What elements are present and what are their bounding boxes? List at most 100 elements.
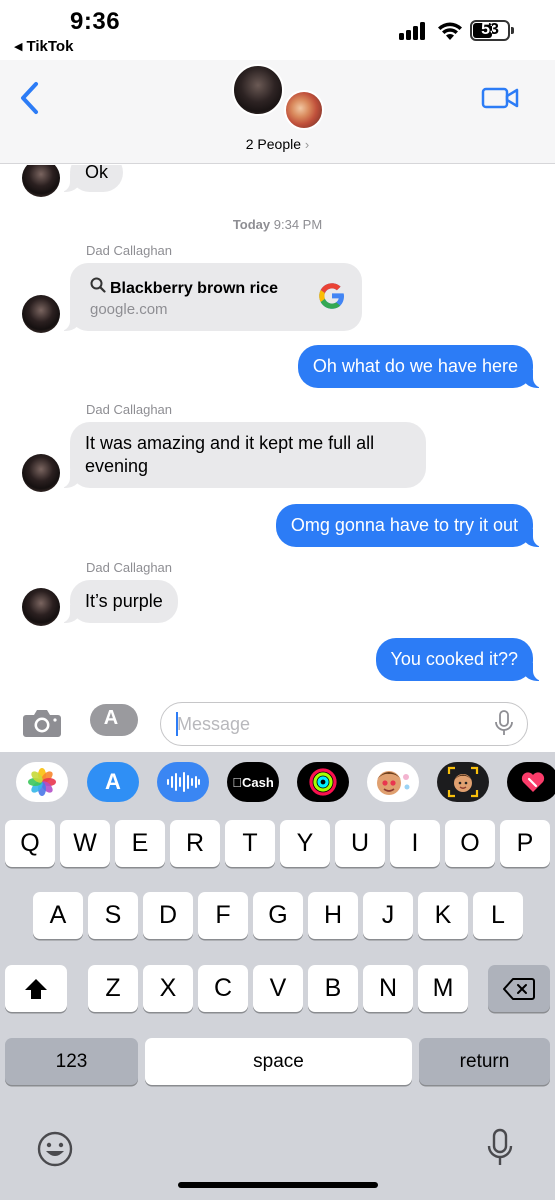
timestamp-time: 9:34 PM bbox=[273, 217, 323, 232]
key-z[interactable]: Z bbox=[88, 965, 138, 1012]
key-w[interactable]: W bbox=[60, 820, 110, 867]
backspace-icon bbox=[503, 977, 535, 1000]
heart-icon bbox=[521, 772, 545, 792]
photos-app-icon[interactable] bbox=[16, 762, 68, 802]
key-p[interactable]: P bbox=[500, 820, 550, 867]
camera-icon[interactable] bbox=[22, 706, 62, 738]
apple-cash-icon[interactable]: Cash bbox=[227, 762, 279, 802]
link-preview-card[interactable]: Blackberry brown rice google.com bbox=[60, 263, 362, 331]
message-text: Ok bbox=[85, 165, 109, 182]
key-q[interactable]: Q bbox=[5, 820, 55, 867]
status-bar: 9:36 ◀ TikTok 53 bbox=[0, 0, 555, 60]
outgoing-message[interactable]: You cooked it?? bbox=[375, 638, 544, 681]
link-title: Blackberry brown rice bbox=[90, 277, 278, 298]
incoming-message[interactable]: It was amazing and it kept me full all e… bbox=[60, 422, 426, 488]
key-u[interactable]: U bbox=[335, 820, 385, 867]
key-c[interactable]: C bbox=[198, 965, 248, 1012]
apple-cash-label: Cash bbox=[232, 774, 274, 790]
shift-arrow-icon bbox=[25, 978, 47, 999]
sender-avatar bbox=[22, 454, 60, 492]
key-h[interactable]: H bbox=[308, 892, 358, 939]
key-m[interactable]: M bbox=[418, 965, 468, 1012]
key-d[interactable]: D bbox=[143, 892, 193, 939]
link-title-text: Blackberry brown rice bbox=[110, 280, 279, 297]
home-indicator[interactable] bbox=[178, 1182, 378, 1188]
imessage-app-strip: A Cash bbox=[0, 762, 555, 808]
key-f[interactable]: F bbox=[198, 892, 248, 939]
waveform-icon bbox=[167, 772, 200, 792]
dictation-mic-icon[interactable] bbox=[486, 1128, 514, 1168]
memoji-face-icon bbox=[377, 771, 410, 795]
video-camera-icon[interactable] bbox=[480, 84, 520, 112]
dictation-mic-icon[interactable] bbox=[494, 710, 514, 736]
key-r[interactable]: R bbox=[170, 820, 220, 867]
battery-icon: 53 bbox=[470, 20, 514, 41]
key-t[interactable]: T bbox=[225, 820, 275, 867]
key-b[interactable]: B bbox=[308, 965, 358, 1012]
sender-name: Dad Callaghan bbox=[86, 560, 173, 575]
outgoing-message[interactable]: Oh what do we have here bbox=[297, 345, 544, 388]
google-logo-icon bbox=[319, 283, 344, 309]
key-l[interactable]: L bbox=[473, 892, 523, 939]
sender-avatar bbox=[22, 588, 60, 626]
battery-percent: 53 bbox=[481, 21, 499, 38]
sender-name: Dad Callaghan bbox=[86, 243, 173, 258]
keyboard: A Cash bbox=[0, 752, 555, 1200]
key-i[interactable]: I bbox=[390, 820, 440, 867]
incoming-message[interactable]: Ok bbox=[59, 165, 124, 192]
key-x[interactable]: X bbox=[143, 965, 193, 1012]
digital-touch-icon[interactable] bbox=[507, 762, 555, 802]
group-avatar[interactable] bbox=[232, 64, 332, 134]
outgoing-message[interactable]: Omg gonna have to try it out bbox=[275, 504, 544, 547]
message-text: It’s purple bbox=[85, 591, 163, 611]
participant-avatar bbox=[232, 64, 284, 116]
memoji-portrait-icon bbox=[447, 766, 479, 798]
conversation-header: 2 People › bbox=[0, 60, 555, 164]
participants-button[interactable]: 2 People › bbox=[0, 136, 555, 152]
key-y[interactable]: Y bbox=[280, 820, 330, 867]
emoji-icon[interactable] bbox=[36, 1130, 74, 1168]
incoming-message[interactable]: It’s purple bbox=[60, 580, 178, 623]
app-store-button[interactable]: A bbox=[90, 704, 138, 736]
shift-key[interactable] bbox=[5, 965, 67, 1012]
audio-message-icon[interactable] bbox=[157, 762, 209, 802]
chevron-left-icon[interactable] bbox=[16, 80, 46, 116]
memoji-stickers-icon[interactable] bbox=[367, 762, 419, 802]
key-g[interactable]: G bbox=[253, 892, 303, 939]
message-thread[interactable]: Ok Today 9:34 PM Dad Callaghan Blackberr… bbox=[0, 165, 555, 693]
cellular-signal-icon bbox=[399, 22, 429, 40]
message-text: Oh what do we have here bbox=[312, 356, 518, 376]
key-j[interactable]: J bbox=[363, 892, 413, 939]
key-v[interactable]: V bbox=[253, 965, 303, 1012]
space-key[interactable]: space bbox=[145, 1038, 412, 1085]
app-store-icon[interactable]: A bbox=[87, 762, 139, 802]
key-s[interactable]: S bbox=[88, 892, 138, 939]
message-text: It was amazing and it kept me full all e… bbox=[85, 433, 375, 476]
return-key[interactable]: return bbox=[419, 1038, 550, 1085]
sender-avatar bbox=[22, 165, 60, 197]
message-text: You cooked it?? bbox=[390, 649, 518, 669]
activity-icon[interactable] bbox=[297, 762, 349, 802]
message-input[interactable] bbox=[160, 702, 528, 746]
numbers-key[interactable]: 123 bbox=[5, 1038, 138, 1085]
compose-bar: A bbox=[0, 694, 555, 752]
key-a[interactable]: A bbox=[33, 892, 83, 939]
link-url: google.com bbox=[90, 301, 168, 318]
text-cursor bbox=[176, 712, 178, 736]
key-o[interactable]: O bbox=[445, 820, 495, 867]
status-time: 9:36 bbox=[70, 8, 121, 35]
wifi-icon bbox=[438, 22, 462, 40]
delete-key[interactable] bbox=[488, 965, 550, 1012]
search-icon bbox=[90, 277, 106, 293]
participants-label: 2 People bbox=[245, 136, 302, 152]
timestamp-day: Today bbox=[232, 217, 271, 232]
app-store-icon: A bbox=[103, 707, 119, 729]
memoji-icon[interactable] bbox=[437, 762, 489, 802]
sender-avatar bbox=[22, 295, 60, 333]
back-triangle-icon: ◀ bbox=[14, 41, 23, 53]
key-n[interactable]: N bbox=[363, 965, 413, 1012]
message-text: Omg gonna have to try it out bbox=[290, 515, 518, 535]
key-e[interactable]: E bbox=[115, 820, 165, 867]
key-k[interactable]: K bbox=[418, 892, 468, 939]
back-to-app-link[interactable]: ◀ TikTok bbox=[14, 38, 73, 55]
